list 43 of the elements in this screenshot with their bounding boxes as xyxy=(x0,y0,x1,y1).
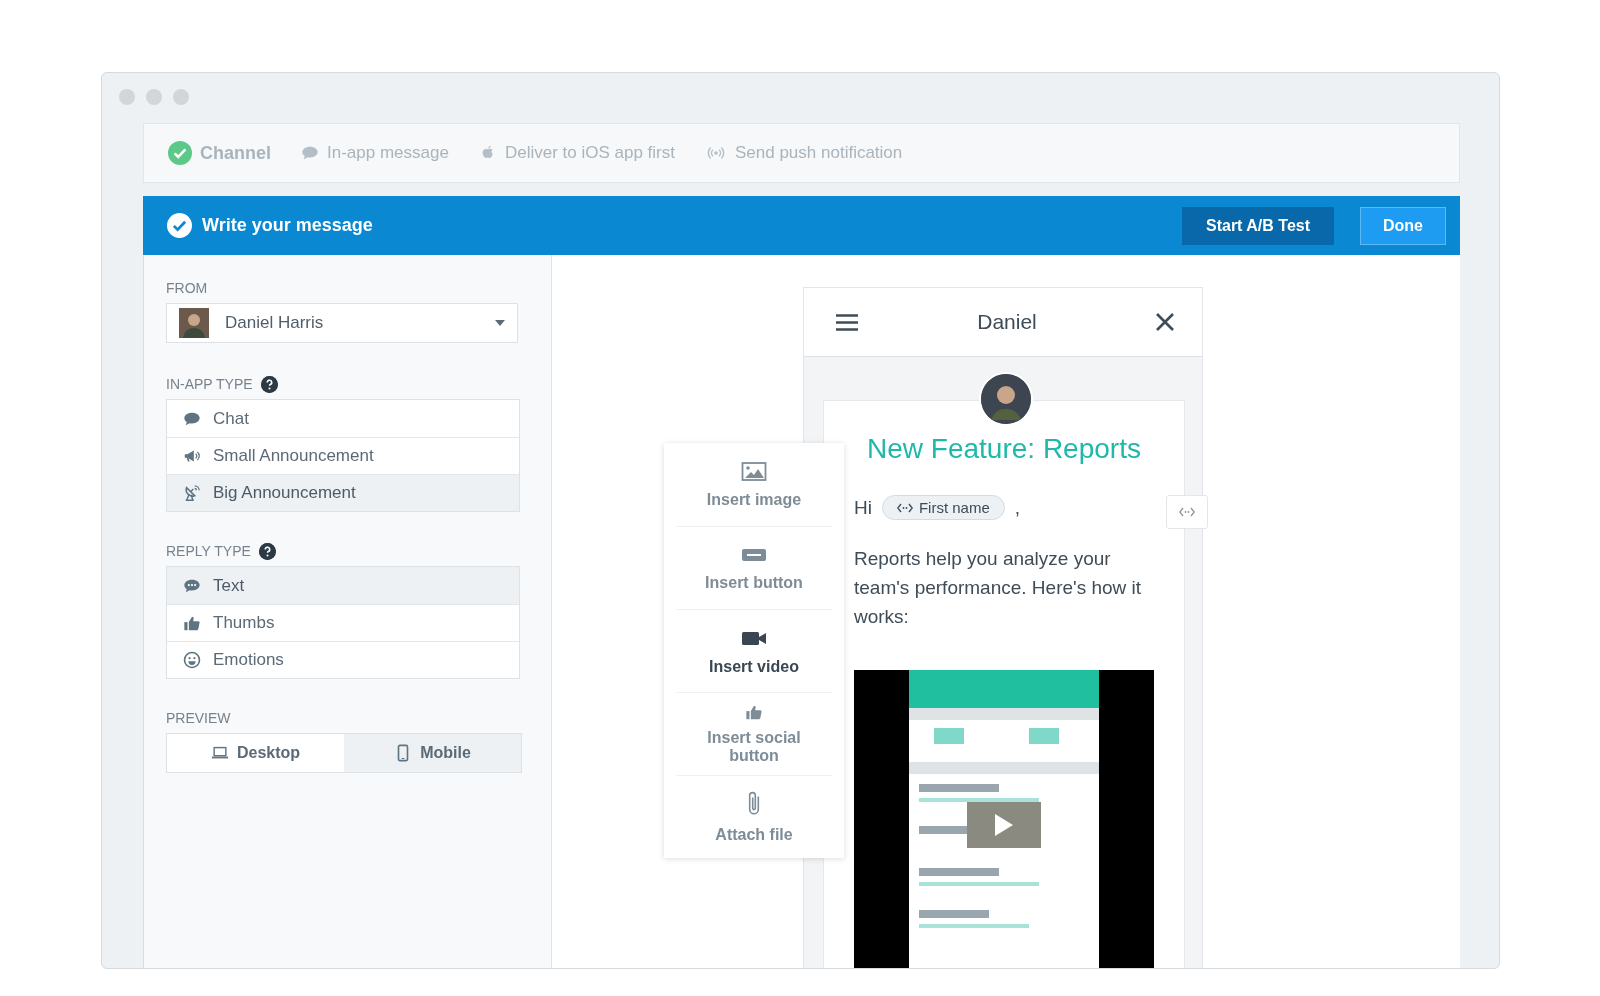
option-item[interactable]: Emotions xyxy=(167,641,519,678)
message-body: Reports help you analyze your team's performance. Here's how it works: xyxy=(854,547,1143,629)
sender-name: Daniel xyxy=(976,310,1038,334)
header-button[interactable]: Done xyxy=(1360,206,1446,245)
image-icon xyxy=(741,460,767,483)
thumbs-up-icon xyxy=(745,703,763,721)
sender-select[interactable]: Daniel Harris xyxy=(166,303,518,343)
name-token[interactable]: First name xyxy=(881,495,1005,520)
greeting: Hi xyxy=(854,496,872,519)
smiley-icon xyxy=(183,651,201,669)
field-label: PREVIEW xyxy=(166,710,231,726)
option-item[interactable]: Small Announcement xyxy=(167,437,519,474)
caret-icon xyxy=(495,320,505,326)
field-label: FROM xyxy=(166,280,208,296)
option-item[interactable]: Thumbs xyxy=(167,604,519,641)
message-title: New Feature: Reports xyxy=(866,433,1142,465)
menu-icon[interactable] xyxy=(836,313,858,331)
thumbs-up-icon xyxy=(183,614,201,632)
broadcast-icon xyxy=(705,144,727,162)
preview-toggle[interactable]: Mobile xyxy=(344,734,521,772)
check-icon xyxy=(167,213,192,238)
option-item[interactable]: Text xyxy=(167,567,519,604)
code-icon xyxy=(1179,507,1195,517)
field-label: REPLY TYPE xyxy=(166,543,251,559)
help-icon[interactable] xyxy=(258,542,276,560)
section-title: Write your message xyxy=(202,215,374,236)
code-icon xyxy=(896,502,913,513)
header-button[interactable]: Start A/B Test xyxy=(1182,206,1334,245)
check-icon xyxy=(168,141,192,165)
option-item[interactable]: Chat xyxy=(167,400,519,437)
help-icon[interactable] xyxy=(260,375,278,393)
play-icon xyxy=(995,814,1013,836)
avatar-icon xyxy=(179,308,209,338)
field-label: IN-APP TYPE xyxy=(166,376,253,392)
punctuation: , xyxy=(1014,496,1021,519)
play-button[interactable] xyxy=(967,802,1041,848)
insert-option[interactable]: Attach file xyxy=(676,775,832,858)
code-button[interactable] xyxy=(1166,495,1208,529)
option-item[interactable]: Big Announcement xyxy=(167,474,519,511)
close-icon[interactable] xyxy=(1156,313,1174,331)
satellite-dish-icon xyxy=(183,484,201,502)
speech-bubble-icon xyxy=(301,144,319,162)
preview-toggle[interactable]: Desktop xyxy=(167,734,344,772)
